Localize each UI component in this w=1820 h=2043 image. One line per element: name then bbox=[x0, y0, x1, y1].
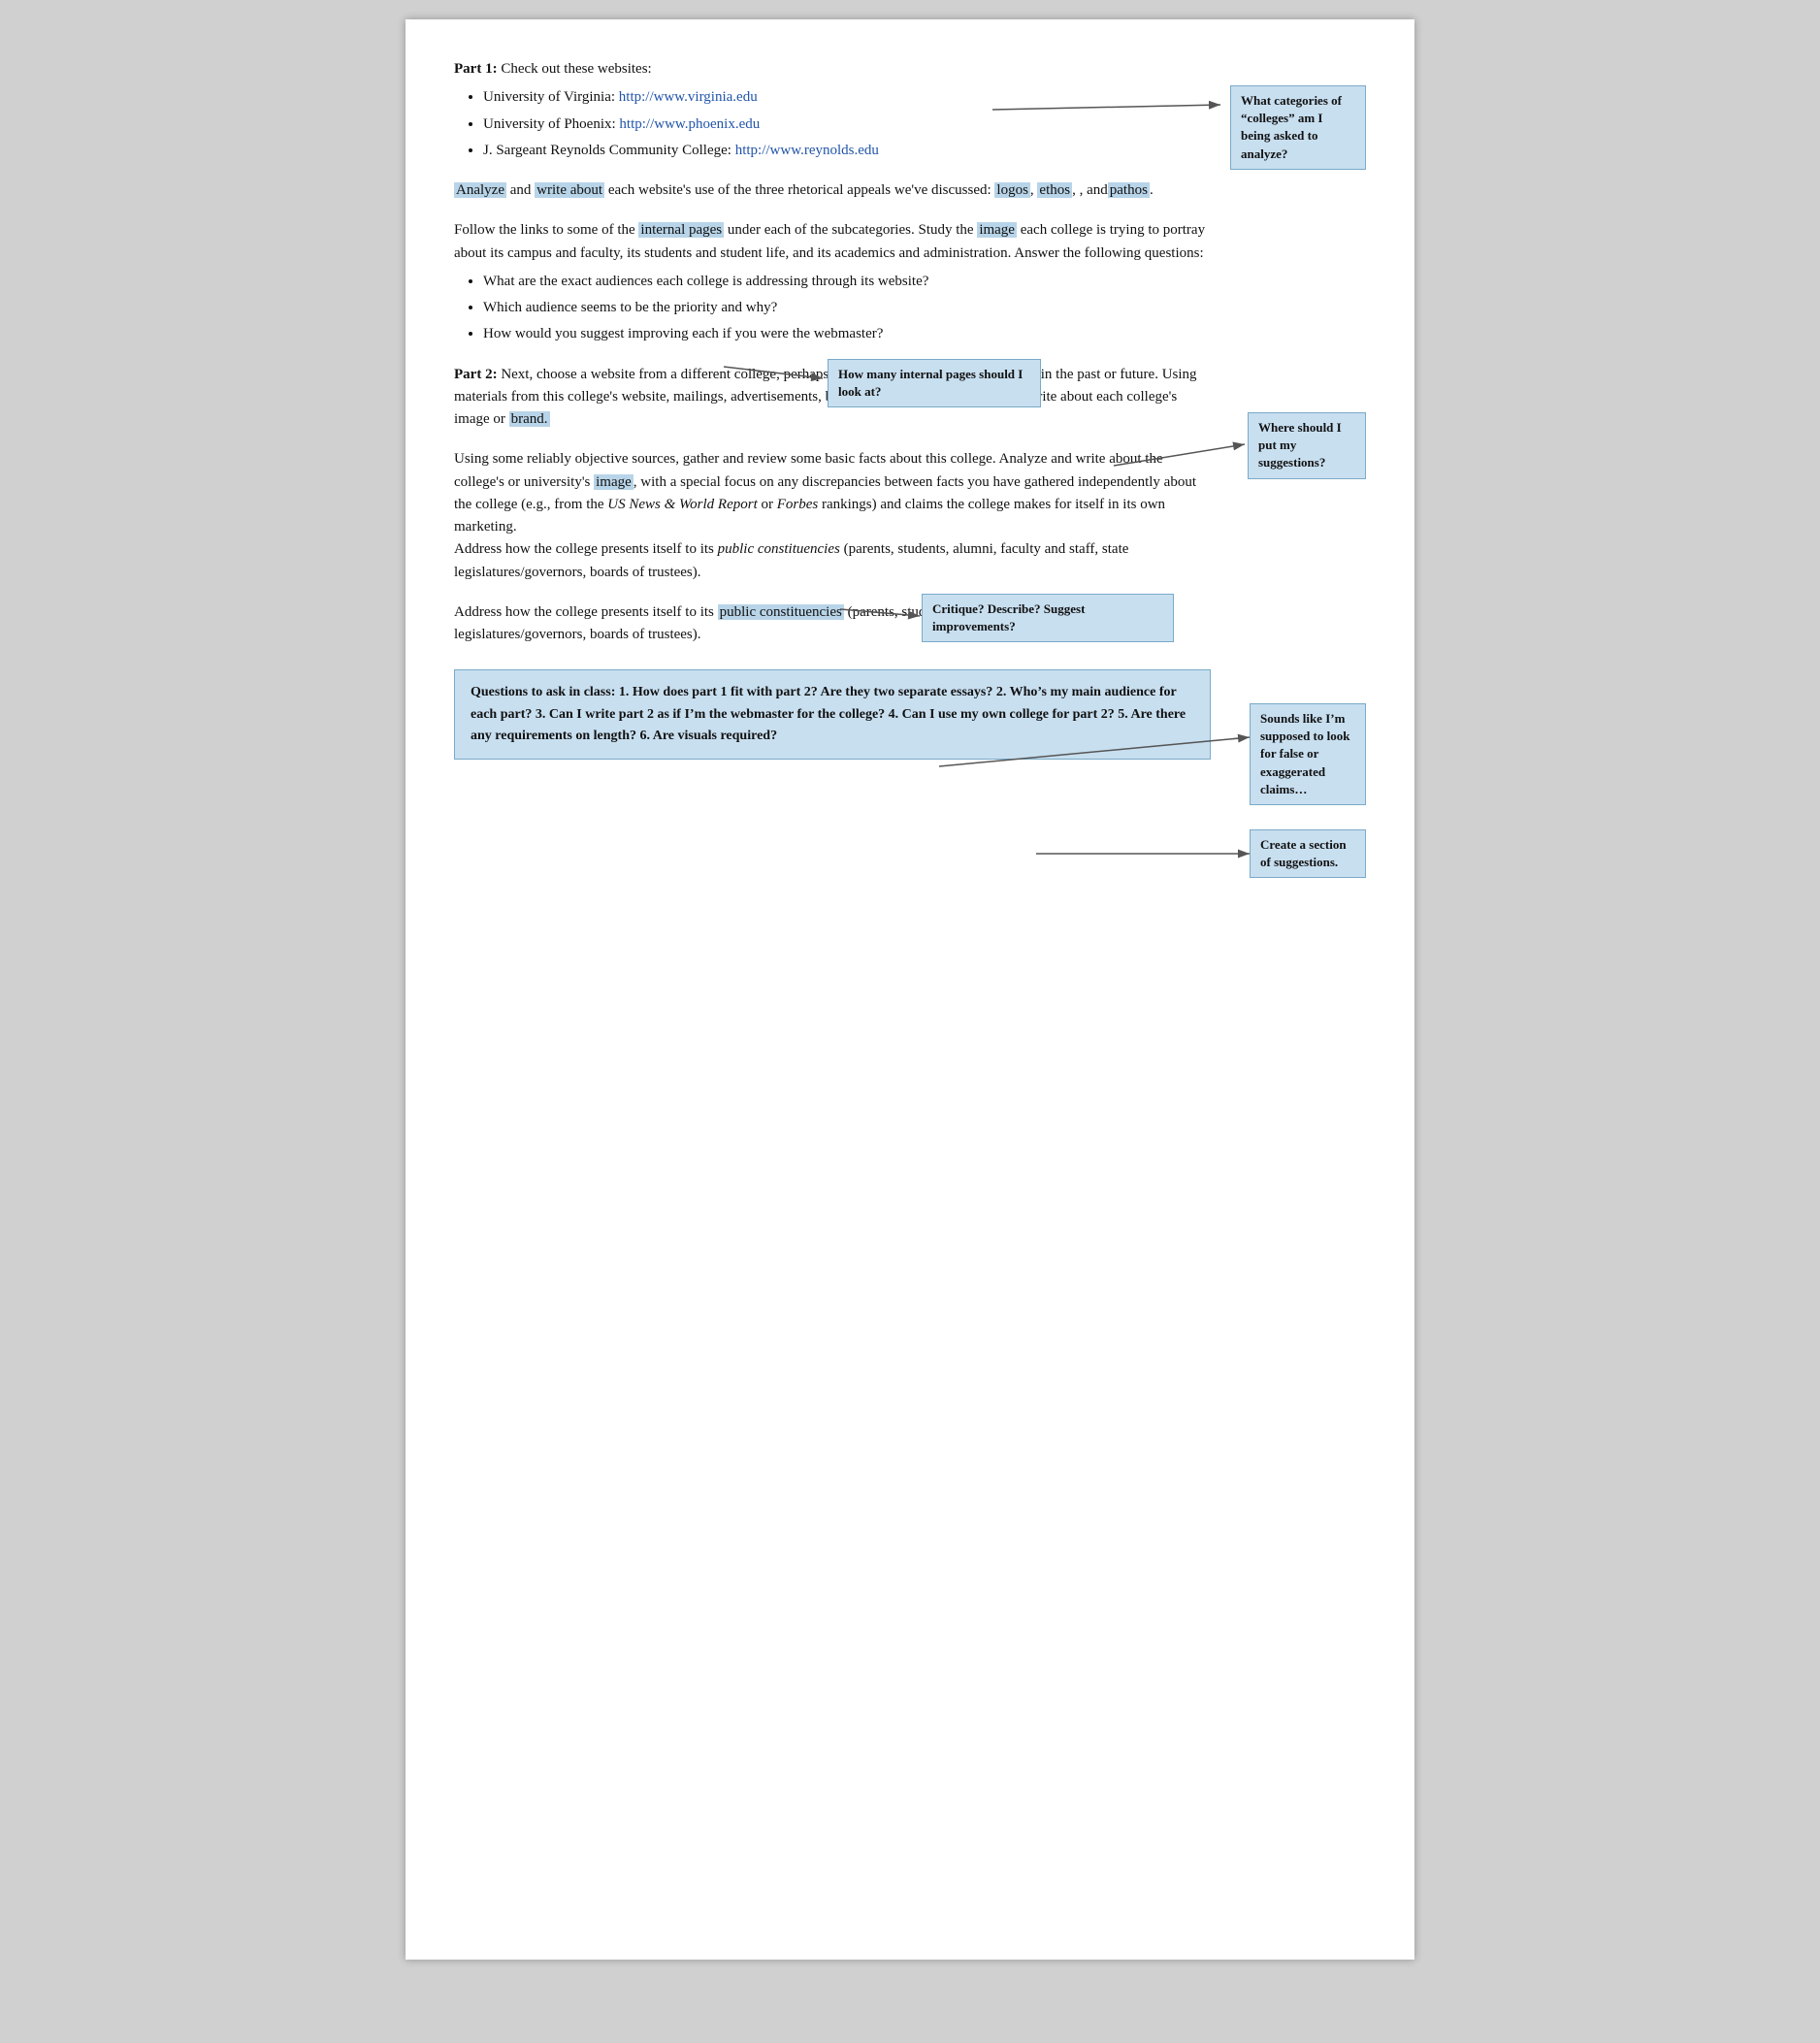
analyze-sentence: each website's use of the three rhetoric… bbox=[604, 182, 994, 198]
annotation-categories: What categories of “colleges” am I being… bbox=[1230, 85, 1366, 170]
follow-p1: Follow the links to some of the bbox=[454, 222, 638, 238]
follow-p2: under each of the subcategories. Study t… bbox=[724, 222, 977, 238]
address-p1: Address how the college presents itself … bbox=[454, 541, 718, 557]
image2-highlight: image bbox=[594, 474, 634, 490]
page-container: Part 1: Check out these websites: Univer… bbox=[406, 19, 1414, 1960]
uni-name-1: University of Virginia: bbox=[483, 89, 615, 105]
public-constituencies-italic: public constituencies bbox=[718, 541, 840, 557]
annotation-create-section-text: Create a section of suggestions. bbox=[1260, 837, 1347, 869]
pathos-highlight: pathos bbox=[1108, 182, 1150, 198]
list-item: What are the exact audiences each colleg… bbox=[483, 271, 1211, 293]
list-item: University of Phoenix: http://www.phoeni… bbox=[483, 114, 1211, 136]
analyze-section: Analyze and write about each website's u… bbox=[454, 179, 1211, 202]
annotation-suggestions: Where should I put my suggestions? bbox=[1248, 412, 1366, 479]
annotation-false-claims-text: Sounds like I’m supposed to look for fal… bbox=[1260, 711, 1349, 796]
comma2: , bbox=[1072, 182, 1080, 198]
list-item: How would you suggest improving each if … bbox=[483, 323, 1211, 345]
annotation-suggestions-text: Where should I put my suggestions? bbox=[1258, 420, 1342, 470]
ethos-highlight: ethos bbox=[1037, 182, 1072, 198]
internal-pages-highlight: internal pages bbox=[638, 222, 724, 238]
part1-label: Part 1: bbox=[454, 61, 498, 77]
public-constituencies-highlight: public constituencies bbox=[718, 604, 844, 620]
or-text: or bbox=[758, 497, 777, 512]
using-sources-section: Using some reliably objective sources, g… bbox=[454, 448, 1211, 584]
uni-name-3: J. Sargeant Reynolds Community College: bbox=[483, 143, 731, 158]
uni-link-3[interactable]: http://www.reynolds.edu bbox=[735, 143, 879, 158]
address-p2-start: Address how the college presents itself … bbox=[454, 604, 718, 620]
list-item: J. Sargeant Reynolds Community College: … bbox=[483, 140, 1211, 162]
list-item: University of Virginia: http://www.virgi… bbox=[483, 86, 1211, 109]
part2-label: Part 2: bbox=[454, 367, 498, 382]
annotation-internal-pages-text: How many internal pages should I look at… bbox=[838, 367, 1023, 399]
list-item: Which audience seems to be the priority … bbox=[483, 297, 1211, 319]
forbes: Forbes bbox=[777, 497, 819, 512]
questions-list: What are the exact audiences each colleg… bbox=[483, 271, 1211, 346]
part1-intro: Check out these websites: bbox=[498, 61, 652, 77]
annotation-categories-text: What categories of “colleges” am I being… bbox=[1241, 93, 1342, 161]
uni-link-2[interactable]: http://www.phoenix.edu bbox=[619, 116, 760, 132]
part1-section: Part 1: Check out these websites: Univer… bbox=[454, 58, 1211, 162]
and-text: and bbox=[506, 182, 535, 198]
annotation-create-section: Create a section of suggestions. bbox=[1250, 829, 1366, 878]
logos-highlight: logos bbox=[994, 182, 1030, 198]
analyze-highlight: Analyze bbox=[454, 182, 506, 198]
and-text2: , and bbox=[1080, 182, 1108, 198]
follow-links-section: Follow the links to some of the internal… bbox=[454, 219, 1211, 345]
write-about-highlight: write about bbox=[535, 182, 604, 198]
university-list: University of Virginia: http://www.virgi… bbox=[483, 86, 1211, 162]
uni-name-2: University of Phoenix: bbox=[483, 116, 616, 132]
us-news: US News & World Report bbox=[607, 497, 757, 512]
bottom-box-text: Questions to ask in class: 1. How does p… bbox=[471, 685, 1186, 743]
part2-text: Next, choose a website from a different … bbox=[454, 367, 1197, 428]
brand-highlight: brand. bbox=[509, 411, 550, 427]
period1: . bbox=[1150, 182, 1154, 198]
annotation-internal-pages: How many internal pages should I look at… bbox=[828, 359, 1041, 407]
annotation-critique-text: Critique? Describe? Suggest improvements… bbox=[932, 601, 1085, 633]
bottom-questions-box: Questions to ask in class: 1. How does p… bbox=[454, 669, 1211, 760]
content-area: Part 1: Check out these websites: Univer… bbox=[454, 58, 1366, 760]
annotation-false-claims: Sounds like I’m supposed to look for fal… bbox=[1250, 703, 1366, 805]
image1-highlight: image bbox=[977, 222, 1017, 238]
annotation-critique: Critique? Describe? Suggest improvements… bbox=[922, 594, 1174, 642]
uni-link-1[interactable]: http://www.virginia.edu bbox=[619, 89, 758, 105]
main-content: Part 1: Check out these websites: Univer… bbox=[454, 58, 1211, 760]
